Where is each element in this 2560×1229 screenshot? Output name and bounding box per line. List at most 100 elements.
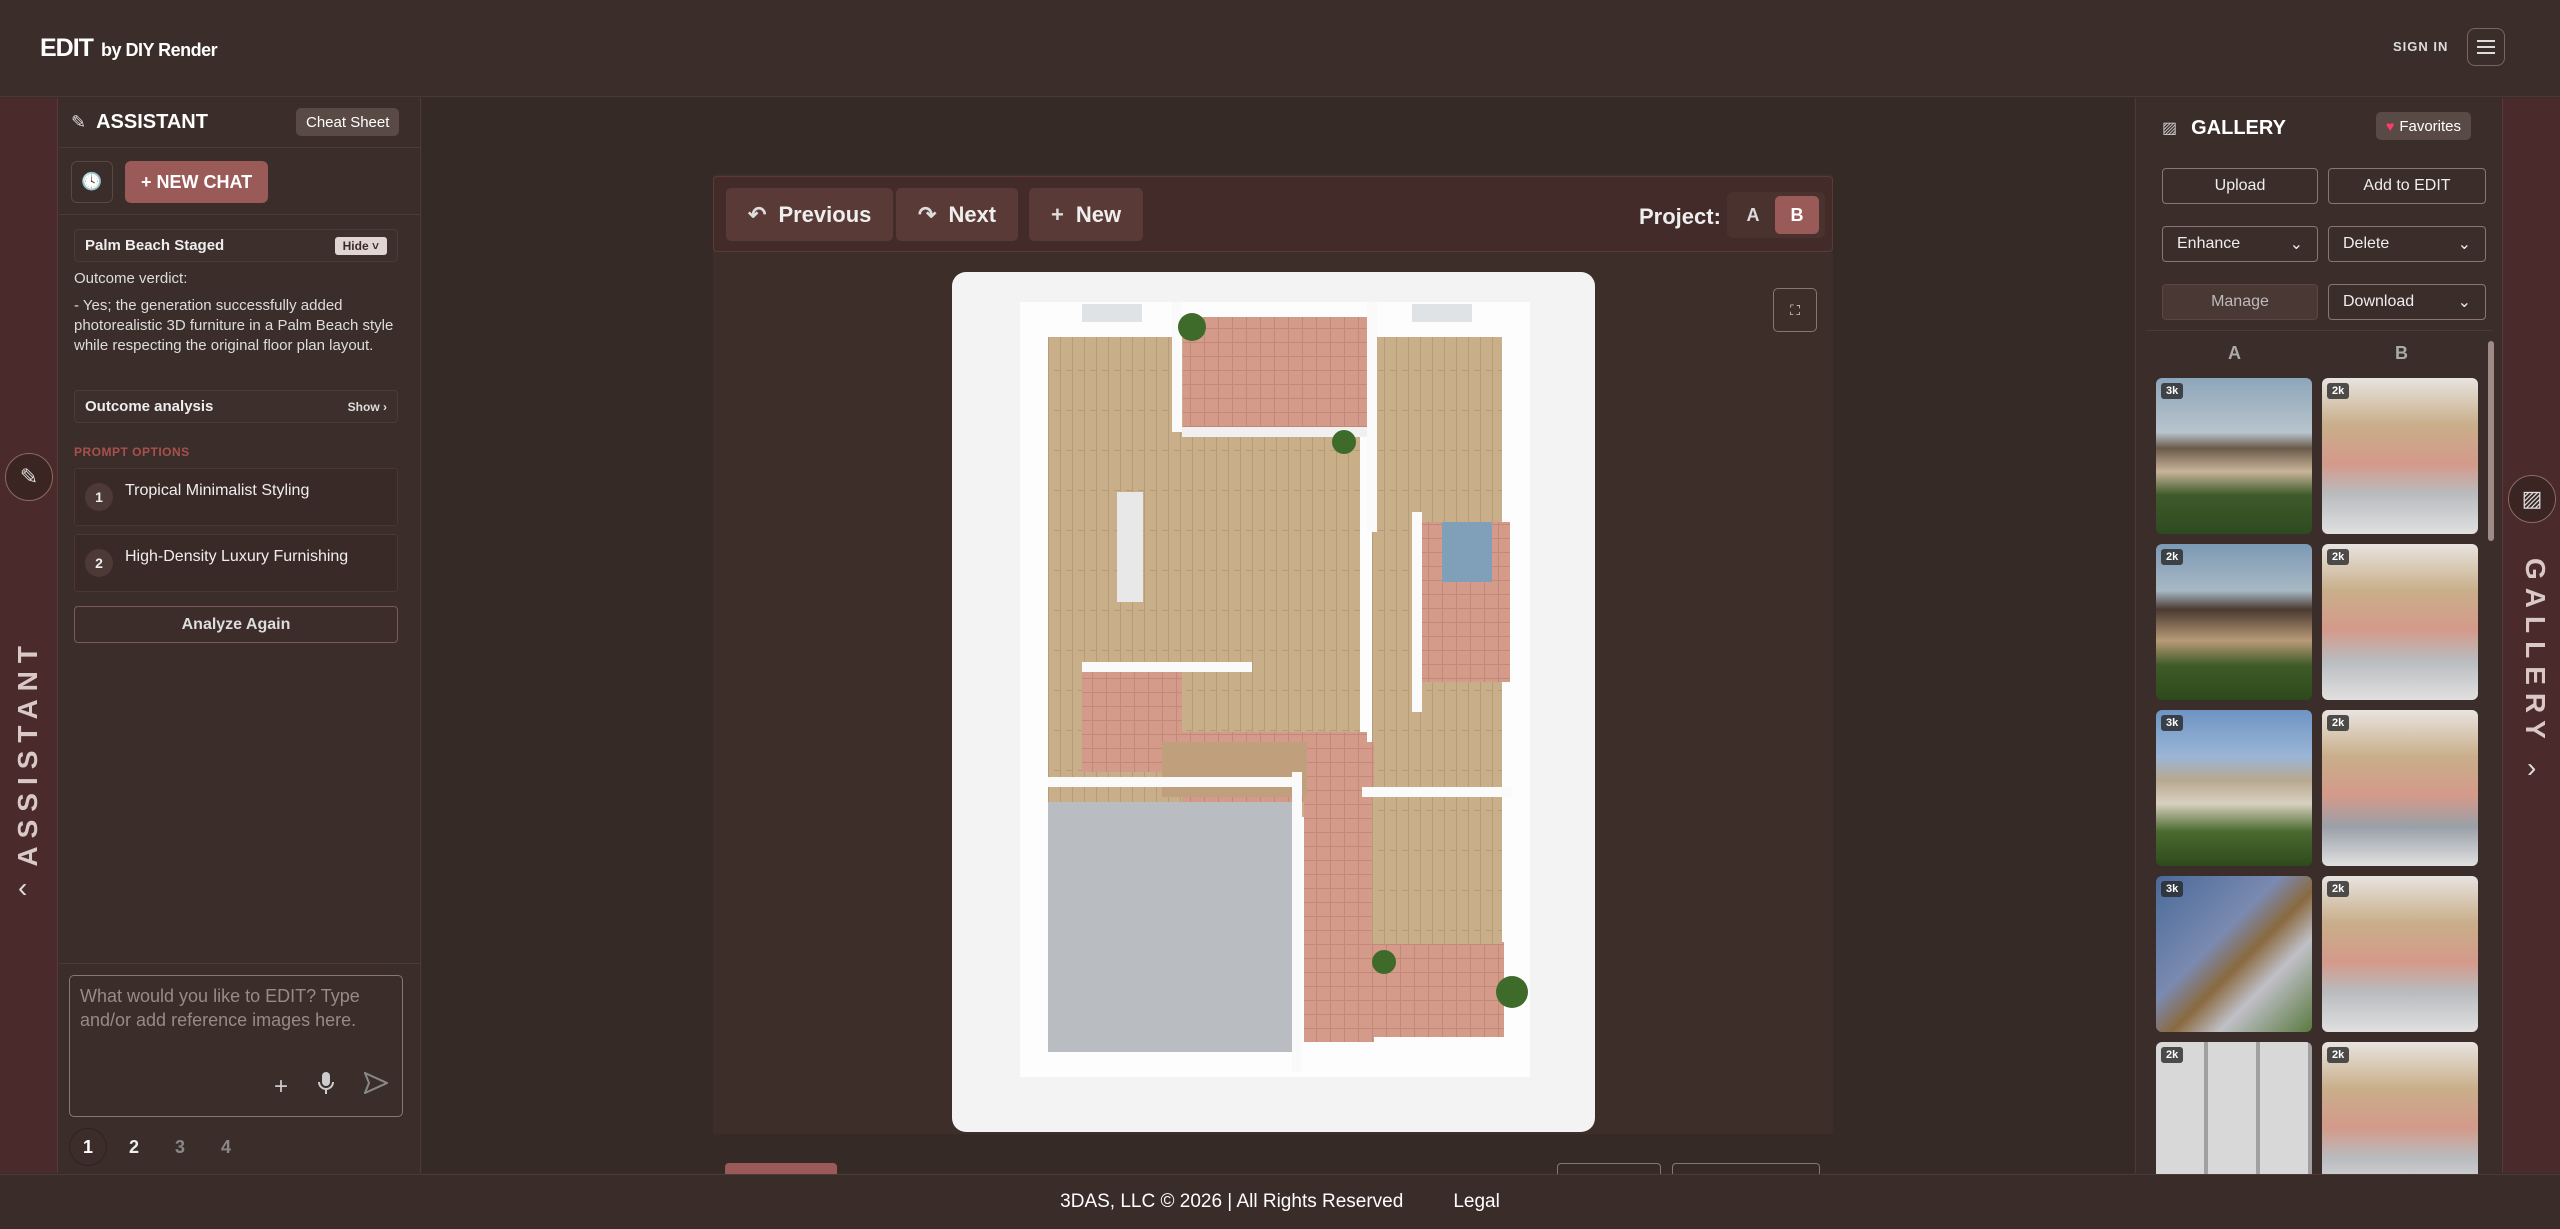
scrollbar-thumb[interactable] [2488,341,2494,541]
project-b-button[interactable]: B [1775,196,1819,234]
manage-button[interactable]: Manage [2162,284,2318,320]
resolution-badge: 2k [2161,549,2184,565]
assistant-rail: ✎ ASSISTANT ‹ [0,98,58,1173]
project-a-button[interactable]: A [1731,196,1775,234]
divider [2146,330,2492,331]
pencil-icon[interactable]: ✎ [5,453,53,501]
resolution-badge: 2k [2327,549,2350,565]
collapse-gallery-chevron-icon[interactable]: › [2527,752,2536,784]
cheat-sheet-button[interactable]: Cheat Sheet [296,108,400,136]
next-label: Next [948,201,997,227]
resolution-badge: 3k [2161,881,2184,897]
heart-icon: ♥ [2386,118,2395,134]
prompt-options-heading: PROMPT OPTIONS [74,445,190,459]
session-title: Palm Beach Staged [85,237,225,254]
delete-label: Delete [2343,235,2390,252]
chat-input-box: + [69,975,403,1117]
copyright-text: 3DAS, LLC © 2026 | All Rights Reserved [1060,1191,1404,1212]
gallery-thumbnail[interactable]: 2k [2322,378,2478,534]
new-label: New [1075,201,1122,227]
send-icon[interactable] [363,1071,390,1101]
hamburger-menu-button[interactable] [2467,28,2505,66]
assistant-rail-label: ASSISTANT [12,638,43,867]
page-4-button[interactable]: 4 [207,1128,245,1166]
hide-toggle-button[interactable]: Hide ˅ [334,236,387,255]
new-button[interactable]: + New [1029,188,1144,241]
project-label: Project: [1639,204,1721,229]
logo-sub-text: by DIY Render [100,40,218,60]
assistant-panel: ✎ ASSISTANT Cheat Sheet 🕓 + NEW CHAT Pal… [59,98,421,1173]
plus-icon: + [1051,201,1064,227]
previous-button[interactable]: ↶ Previous [726,188,894,241]
option-number: 2 [85,549,113,577]
column-b-header: B [2395,343,2408,363]
outcome-analysis-card[interactable]: Outcome analysis Show › [74,390,398,423]
legal-link[interactable]: Legal [1453,1191,1500,1213]
page-1-button[interactable]: 1 [69,1128,107,1166]
option-label: Tropical Minimalist Styling [125,482,310,499]
menu-line [2477,46,2495,48]
history-clock-icon[interactable]: 🕓 [71,161,113,203]
outcome-analysis-label: Outcome analysis [85,398,214,415]
analyze-again-button[interactable]: Analyze Again [74,606,398,643]
download-dropdown[interactable]: Download ⌄ [2328,284,2486,320]
page-3-button[interactable]: 3 [161,1128,199,1166]
input-actions: + [274,1071,390,1102]
image-icon: ▨ [2162,120,2178,137]
assistant-title: ASSISTANT [96,111,208,133]
session-card: Palm Beach Staged Hide ˅ [74,229,398,262]
resolution-badge: 2k [2327,1047,2350,1063]
option-label: High-Density Luxury Furnishing [125,548,349,565]
resolution-badge: 2k [2327,383,2350,399]
favorites-label: Favorites [2399,117,2461,135]
divider [59,214,421,215]
microphone-icon[interactable] [318,1071,334,1102]
prompt-option-1[interactable]: 1 Tropical Minimalist Styling [74,468,398,526]
footer: 3DAS, LLC © 2026 | All Rights Reserved L… [0,1174,2560,1229]
gallery-thumbnail[interactable]: 2k [2322,876,2478,1032]
enhance-dropdown[interactable]: Enhance ⌄ [2162,226,2318,262]
resolution-badge: 3k [2161,715,2184,731]
resolution-badge: 3k [2161,383,2184,399]
favorites-button[interactable]: ♥ Favorites [2376,112,2471,140]
show-toggle-button[interactable]: Show › [348,400,387,414]
divider [59,963,421,964]
enhance-label: Enhance [2177,235,2241,252]
chat-input[interactable] [80,984,390,1064]
app-logo[interactable]: EDIT by DIY Render [40,34,218,63]
gallery-thumbnail[interactable]: 3k [2156,378,2312,534]
gallery-thumbnail[interactable]: 2k [2156,544,2312,700]
gallery-scrollbar[interactable] [2488,333,2494,1173]
upload-button[interactable]: Upload [2162,168,2318,204]
gallery-header: ▨ GALLERY ♥ Favorites [2136,98,2502,158]
gallery-title: GALLERY [2191,116,2286,139]
sign-in-link[interactable]: SIGN IN [2393,39,2448,54]
redo-arrow-icon: ↷ [918,201,937,227]
collapse-assistant-chevron-icon[interactable]: ‹ [18,872,27,904]
gallery-thumbnail[interactable]: 2k [2322,544,2478,700]
gallery-thumbnail[interactable]: 3k [2156,710,2312,866]
gallery-rail: ▨ GALLERY › [2502,98,2560,1173]
page-2-button[interactable]: 2 [115,1128,153,1166]
option-number: 1 [85,483,113,511]
delete-dropdown[interactable]: Delete ⌄ [2328,226,2486,262]
resolution-badge: 2k [2327,715,2350,731]
plus-icon[interactable]: + [274,1073,288,1101]
menu-line [2477,40,2495,42]
next-button[interactable]: ↷ Next [896,188,1019,241]
prompt-option-2[interactable]: 2 High-Density Luxury Furnishing [74,534,398,592]
fullscreen-expand-icon[interactable]: ⛶ [1773,288,1817,332]
gallery-panel: ▨ GALLERY ♥ Favorites Upload Add to EDIT… [2135,98,2502,1198]
previous-label: Previous [778,201,872,227]
gallery-rail-label: GALLERY [2520,558,2551,747]
new-chat-button[interactable]: + NEW CHAT [125,161,269,203]
top-bar: EDIT by DIY Render SIGN IN [0,0,2560,97]
gallery-thumbnail[interactable]: 2k [2322,710,2478,866]
add-to-edit-button[interactable]: Add to EDIT [2328,168,2486,204]
pencil-icon: ✎ [71,112,87,132]
verdict-heading: Outcome verdict: [74,270,188,287]
verdict-text: - Yes; the generation successfully added… [74,297,394,354]
gallery-thumbnail[interactable]: 3k [2156,876,2312,1032]
assistant-header: ✎ ASSISTANT Cheat Sheet [59,98,421,148]
image-icon[interactable]: ▨ [2508,475,2556,523]
